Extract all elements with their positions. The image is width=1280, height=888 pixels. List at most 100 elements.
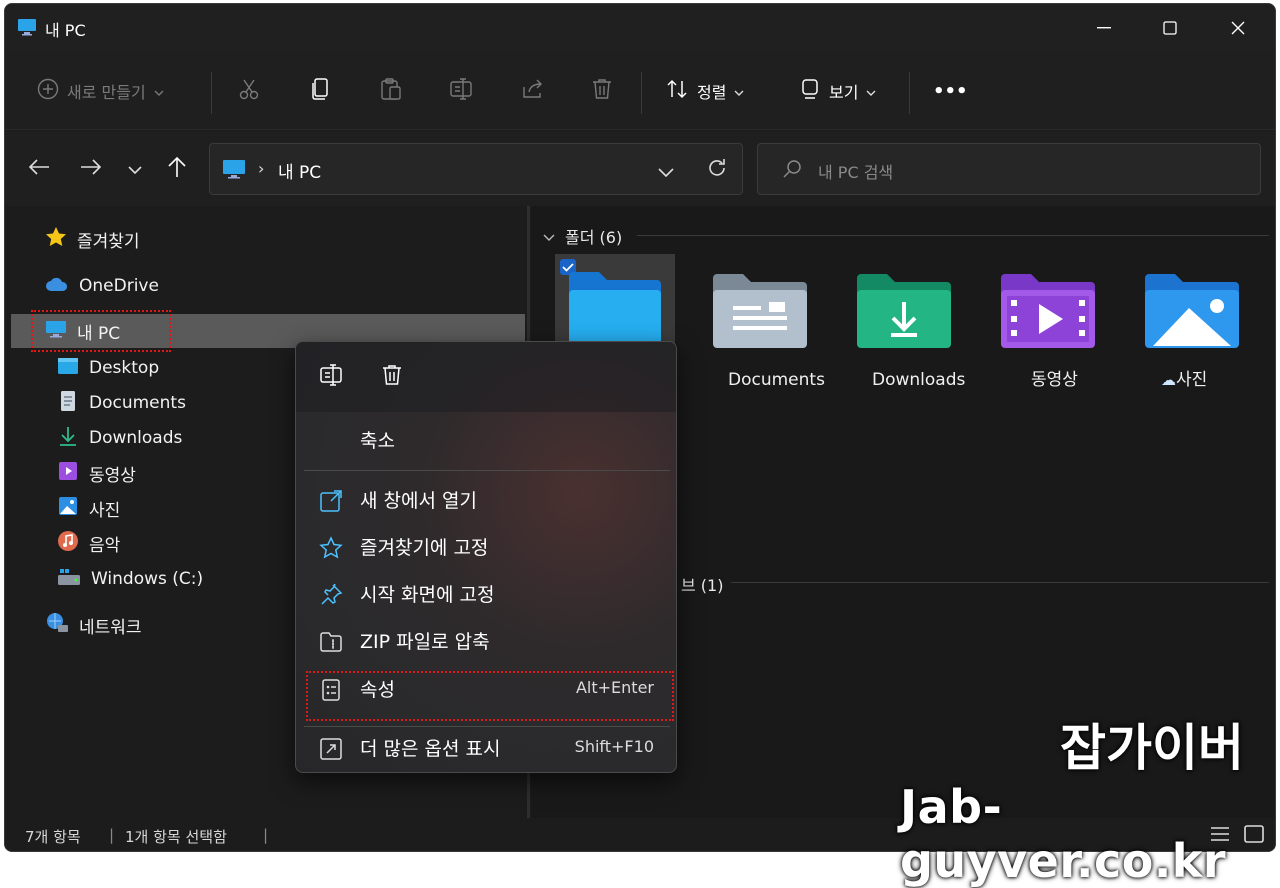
folders-group-header[interactable]: 폴더 (6) xyxy=(543,224,622,248)
sidebar-item-label: OneDrive xyxy=(79,276,159,296)
monitor-icon xyxy=(222,159,246,183)
breadcrumb[interactable]: 내 PC xyxy=(278,158,321,183)
menu-item-collapse[interactable]: 축소 xyxy=(296,418,676,462)
sidebar-item-desktop[interactable]: Desktop xyxy=(57,351,159,385)
folder-tile-desktop[interactable] xyxy=(555,254,675,344)
share-button[interactable] xyxy=(521,75,545,107)
drives-group-label: 브 (1) xyxy=(681,572,723,596)
chevron-down-icon xyxy=(154,82,164,101)
close-button[interactable] xyxy=(1215,12,1261,44)
delete-button[interactable] xyxy=(378,363,406,391)
minimize-button[interactable] xyxy=(1081,12,1127,44)
documents-icon xyxy=(57,390,79,417)
selected-count: 1개 항목 선택함 xyxy=(125,826,227,847)
desktop-folder-icon xyxy=(567,270,663,348)
back-button[interactable] xyxy=(25,155,53,183)
sidebar-item-videos[interactable]: 동영상 xyxy=(57,456,136,490)
sort-button[interactable]: 정렬 xyxy=(665,75,744,107)
chevron-down-icon xyxy=(734,82,744,101)
cut-button[interactable] xyxy=(237,75,261,107)
menu-item-pin-start[interactable]: 시작 화면에 고정 xyxy=(296,572,676,616)
folders-group-label: 폴더 (6) xyxy=(565,224,622,248)
clipboard-icon xyxy=(379,77,403,105)
menu-item-more-options[interactable]: 더 많은 옵션 표시 Shift+F10 xyxy=(296,726,676,770)
more-options-icon xyxy=(318,736,344,762)
sort-icon xyxy=(665,77,689,105)
star-icon xyxy=(45,226,67,253)
rename-button[interactable] xyxy=(449,75,475,107)
network-icon xyxy=(45,611,69,640)
sidebar-item-pictures[interactable]: 사진 xyxy=(57,491,120,525)
sidebar-item-music[interactable]: 음악 xyxy=(57,526,120,560)
download-icon xyxy=(57,425,79,452)
view-button[interactable]: 보기 xyxy=(799,75,876,107)
drive-icon xyxy=(57,567,81,592)
pin-icon xyxy=(318,582,344,608)
sidebar-item-favorites[interactable]: 즐겨찾기 xyxy=(45,222,140,256)
monitor-icon xyxy=(17,18,37,40)
chevron-down-icon xyxy=(866,82,876,101)
rename-icon xyxy=(319,363,345,391)
view-label: 보기 xyxy=(829,79,858,103)
forward-button[interactable] xyxy=(77,155,105,183)
sidebar-item-label: 음악 xyxy=(89,531,120,556)
share-icon xyxy=(521,77,545,105)
arrow-left-icon xyxy=(28,158,50,180)
sidebar-item-network[interactable]: 네트워크 xyxy=(45,608,142,642)
new-label: 새로 만들기 xyxy=(67,79,146,103)
menu-item-open-new-window[interactable]: 새 창에서 열기 xyxy=(296,478,676,522)
refresh-icon[interactable] xyxy=(706,157,728,183)
sidebar-item-downloads[interactable]: Downloads xyxy=(57,421,182,455)
maximize-button[interactable] xyxy=(1147,12,1193,44)
plus-circle-icon xyxy=(37,78,59,104)
search-input[interactable]: 내 PC 검색 xyxy=(757,143,1261,195)
up-button[interactable] xyxy=(163,155,191,183)
star-outline-icon xyxy=(318,535,344,561)
view-icon xyxy=(799,77,821,105)
drives-group-header[interactable]: 브 (1) xyxy=(681,572,723,596)
highlight-box xyxy=(306,671,674,721)
context-menu: 축소 새 창에서 열기 즐겨찾기에 고정 시작 화면에 고정 ZIP 파일로 압… xyxy=(295,341,677,773)
context-menu-quick-actions xyxy=(296,342,676,412)
watermark-title: 잡가이버 xyxy=(1060,708,1244,780)
breadcrumb-separator: › xyxy=(258,159,264,178)
recent-locations-button[interactable] xyxy=(121,155,149,183)
trash-icon xyxy=(591,77,613,105)
sidebar-item-label: 즐겨찾기 xyxy=(77,227,140,252)
sidebar-item-onedrive[interactable]: OneDrive xyxy=(45,269,159,303)
status-divider: | xyxy=(109,826,114,844)
menu-item-zip[interactable]: ZIP 파일로 압축 xyxy=(296,619,676,663)
copy-button[interactable] xyxy=(309,75,333,107)
open-new-window-icon xyxy=(318,488,344,514)
command-bar: 새로 만들기 정렬 보기 xyxy=(5,50,1275,130)
chevron-down-icon[interactable] xyxy=(658,162,674,181)
scissors-icon xyxy=(237,77,261,105)
more-options-icon: ••• xyxy=(933,81,968,102)
chevron-down-icon xyxy=(543,227,555,246)
new-button[interactable]: 새로 만들기 xyxy=(37,75,164,107)
chevron-down-icon xyxy=(128,160,142,179)
delete-button[interactable] xyxy=(591,75,613,107)
address-bar[interactable]: › 내 PC xyxy=(209,143,743,195)
sidebar-item-label: Windows (C:) xyxy=(91,569,203,589)
window-title: 내 PC xyxy=(45,17,86,41)
cloud-icon: ☁ xyxy=(1161,371,1176,389)
folder-tile-label: Downloads xyxy=(872,368,992,392)
rename-icon xyxy=(449,77,475,105)
arrow-up-icon xyxy=(167,156,187,182)
sidebar-item-label: Desktop xyxy=(89,358,159,378)
shortcut-label: Shift+F10 xyxy=(575,737,654,756)
sidebar-item-label: 사진 xyxy=(89,496,120,521)
group-divider xyxy=(731,582,1269,583)
music-icon xyxy=(57,530,79,557)
copy-icon xyxy=(309,77,333,105)
paste-button[interactable] xyxy=(379,75,403,107)
video-icon xyxy=(999,272,1097,352)
rename-button[interactable] xyxy=(318,363,346,391)
menu-item-pin-favorites[interactable]: 즐겨찾기에 고정 xyxy=(296,525,676,569)
folder-tile-label: 동영상 xyxy=(1031,368,1151,392)
more-button[interactable]: ••• xyxy=(933,75,968,107)
sidebar-item-label: Documents xyxy=(89,393,186,413)
sidebar-item-documents[interactable]: Documents xyxy=(57,386,186,420)
sidebar-item-windows-drive[interactable]: Windows (C:) xyxy=(57,562,203,596)
